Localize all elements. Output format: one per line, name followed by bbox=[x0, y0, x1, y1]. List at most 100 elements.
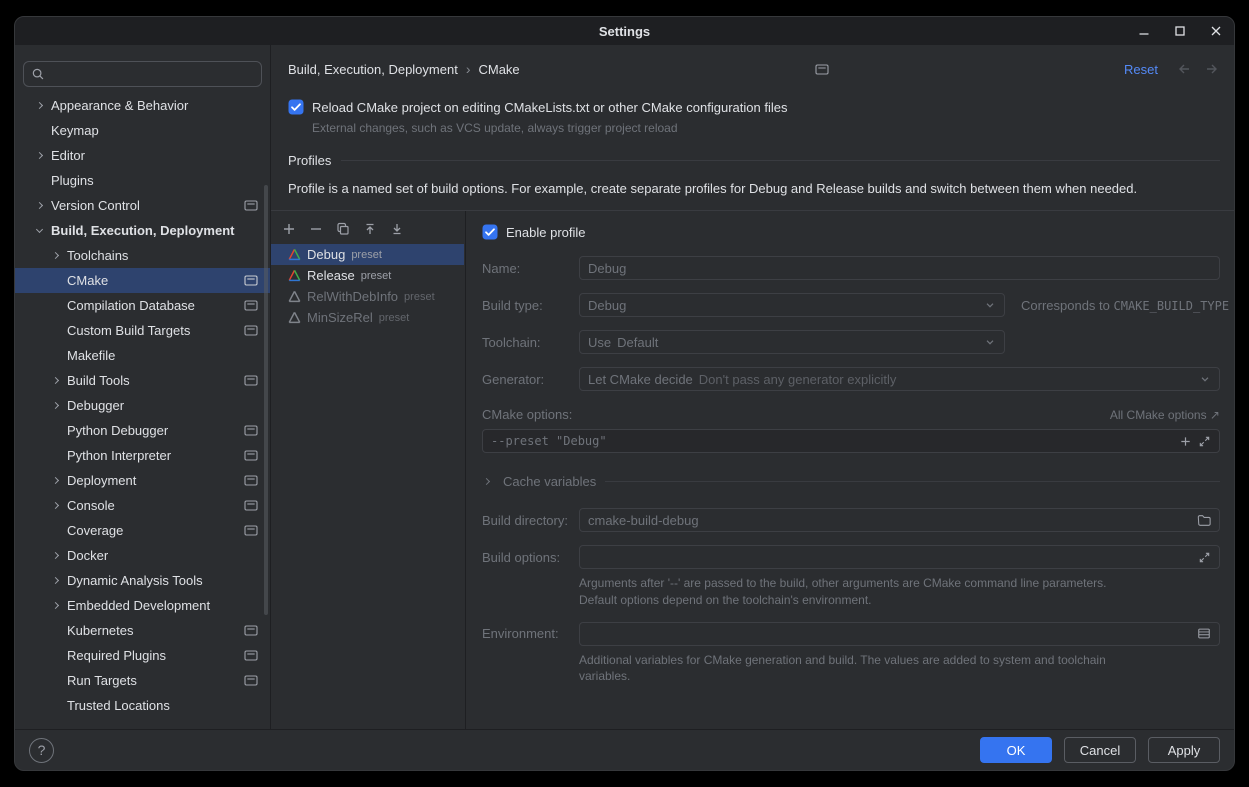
sidebar-item-console[interactable]: Console bbox=[15, 493, 270, 518]
sidebar-item-keymap[interactable]: Keymap bbox=[15, 118, 270, 143]
chevron-right-icon[interactable] bbox=[51, 603, 67, 608]
sidebar-item-custom-build-targets[interactable]: Custom Build Targets bbox=[15, 318, 270, 343]
variables-list-icon[interactable] bbox=[1197, 627, 1211, 640]
profile-item-relwithdebinfo[interactable]: RelWithDebInfo preset bbox=[271, 286, 464, 307]
forward-button[interactable] bbox=[1204, 62, 1220, 76]
build-type-hint: Corresponds to CMAKE_BUILD_TYPE bbox=[1021, 298, 1229, 313]
back-button[interactable] bbox=[1176, 62, 1192, 76]
minimize-button[interactable] bbox=[1136, 23, 1152, 39]
ok-button[interactable]: OK bbox=[980, 737, 1052, 763]
enable-profile-label[interactable]: Enable profile bbox=[506, 225, 586, 240]
chevron-right-icon[interactable] bbox=[51, 478, 67, 483]
cache-variables-toggle[interactable]: Cache variables bbox=[482, 474, 1220, 489]
project-setting-icon bbox=[244, 449, 258, 462]
sidebar-item-build-tools[interactable]: Build Tools bbox=[15, 368, 270, 393]
folder-icon[interactable] bbox=[1197, 514, 1211, 527]
profile-item-minsizerel[interactable]: MinSizeRel preset bbox=[271, 307, 464, 328]
sidebar-item-dynamic-analysis-tools[interactable]: Dynamic Analysis Tools bbox=[15, 568, 270, 593]
search-input[interactable] bbox=[51, 67, 254, 82]
build-directory-field[interactable]: cmake-build-debug bbox=[579, 508, 1220, 532]
sidebar-item-toolchains[interactable]: Toolchains bbox=[15, 243, 270, 268]
build-directory-value: cmake-build-debug bbox=[588, 513, 699, 528]
remove-profile-button[interactable] bbox=[308, 221, 324, 237]
sidebar-item-label: Console bbox=[67, 498, 115, 513]
profile-name: MinSizeRel bbox=[307, 310, 373, 325]
settings-search[interactable] bbox=[23, 61, 262, 87]
move-up-button[interactable] bbox=[362, 221, 378, 237]
sidebar-item-required-plugins[interactable]: Required Plugins bbox=[15, 643, 270, 668]
sidebar-item-kubernetes[interactable]: Kubernetes bbox=[15, 618, 270, 643]
apply-button[interactable]: Apply bbox=[1148, 737, 1220, 763]
build-type-select[interactable]: Debug bbox=[579, 293, 1005, 317]
sidebar-scrollbar[interactable] bbox=[264, 185, 268, 615]
profile-item-debug[interactable]: Debug preset bbox=[271, 244, 464, 265]
help-button[interactable]: ? bbox=[29, 738, 54, 763]
sidebar-item-compilation-database[interactable]: Compilation Database bbox=[15, 293, 270, 318]
sidebar-item-label: Python Interpreter bbox=[67, 448, 171, 463]
breadcrumb-current[interactable]: CMake bbox=[478, 62, 519, 77]
chevron-right-icon[interactable] bbox=[51, 403, 67, 408]
name-field[interactable]: Debug bbox=[579, 256, 1220, 280]
chevron-right-icon[interactable] bbox=[51, 553, 67, 558]
sidebar-item-editor[interactable]: Editor bbox=[15, 143, 270, 168]
cache-variables-label: Cache variables bbox=[503, 474, 596, 489]
reload-cmake-label[interactable]: Reload CMake project on editing CMakeLis… bbox=[312, 100, 787, 115]
sidebar-item-coverage[interactable]: Coverage bbox=[15, 518, 270, 543]
sidebar-item-python-interpreter[interactable]: Python Interpreter bbox=[15, 443, 270, 468]
sidebar-item-plugins[interactable]: Plugins bbox=[15, 168, 270, 193]
generator-select[interactable]: Let CMake decide Don't pass any generato… bbox=[579, 367, 1220, 391]
chevron-right-icon[interactable] bbox=[35, 103, 51, 108]
copy-profile-button[interactable] bbox=[335, 221, 351, 237]
sidebar-item-version-control[interactable]: Version Control bbox=[15, 193, 270, 218]
sidebar-item-docker[interactable]: Docker bbox=[15, 543, 270, 568]
enable-profile-checkbox[interactable] bbox=[482, 224, 498, 240]
reload-cmake-checkbox[interactable] bbox=[288, 99, 304, 115]
reset-link[interactable]: Reset bbox=[1124, 62, 1158, 77]
sidebar-item-label: Python Debugger bbox=[67, 423, 168, 438]
sidebar-item-label: Compilation Database bbox=[67, 298, 195, 313]
sidebar-item-label: Run Targets bbox=[67, 673, 137, 688]
build-options-hint: Arguments after '--' are passed to the b… bbox=[579, 575, 1179, 609]
sidebar-item-embedded-development[interactable]: Embedded Development bbox=[15, 593, 270, 618]
sidebar-item-python-debugger[interactable]: Python Debugger bbox=[15, 418, 270, 443]
add-profile-button[interactable] bbox=[281, 221, 297, 237]
build-options-field[interactable] bbox=[579, 545, 1220, 569]
close-button[interactable] bbox=[1208, 23, 1224, 39]
sidebar-item-cmake[interactable]: CMake bbox=[15, 268, 270, 293]
add-option-icon[interactable] bbox=[1179, 435, 1192, 448]
sidebar-item-build-execution-deployment[interactable]: Build, Execution, Deployment bbox=[15, 218, 270, 243]
chevron-right-icon[interactable] bbox=[51, 253, 67, 258]
chevron-right-icon[interactable] bbox=[51, 378, 67, 383]
profile-form: Enable profile Name: Debug Build type: D… bbox=[466, 211, 1234, 729]
sidebar-item-appearance-behavior[interactable]: Appearance & Behavior bbox=[15, 93, 270, 118]
move-down-button[interactable] bbox=[389, 221, 405, 237]
chevron-right-icon[interactable] bbox=[35, 153, 51, 158]
sidebar-item-label: CMake bbox=[67, 273, 108, 288]
expand-icon[interactable] bbox=[1198, 435, 1211, 448]
toolchain-select[interactable]: Use Default bbox=[579, 330, 1005, 354]
name-value: Debug bbox=[588, 261, 626, 276]
sidebar-item-debugger[interactable]: Debugger bbox=[15, 393, 270, 418]
profile-tag: preset bbox=[361, 270, 392, 282]
cmake-options-label: CMake options: bbox=[482, 407, 572, 422]
sidebar-item-run-targets[interactable]: Run Targets bbox=[15, 668, 270, 693]
expand-icon[interactable] bbox=[1198, 551, 1211, 564]
cmake-options-field[interactable]: --preset "Debug" bbox=[482, 429, 1220, 453]
sidebar-item-label: Makefile bbox=[67, 348, 115, 363]
toolchain-value: Default bbox=[617, 335, 658, 350]
chevron-right-icon[interactable] bbox=[51, 578, 67, 583]
chevron-right-icon[interactable] bbox=[35, 203, 51, 208]
breadcrumb: Build, Execution, Deployment › CMake Res… bbox=[288, 61, 1220, 77]
environment-field[interactable] bbox=[579, 622, 1220, 646]
profile-item-release[interactable]: Release preset bbox=[271, 265, 464, 286]
chevron-down-icon[interactable] bbox=[35, 229, 51, 232]
chevron-right-icon[interactable] bbox=[51, 503, 67, 508]
sidebar-item-label: Appearance & Behavior bbox=[51, 98, 188, 113]
sidebar-item-makefile[interactable]: Makefile bbox=[15, 343, 270, 368]
all-cmake-options-link[interactable]: All CMake options ↗ bbox=[1110, 408, 1220, 422]
sidebar-item-trusted-locations[interactable]: Trusted Locations bbox=[15, 693, 270, 718]
cancel-button[interactable]: Cancel bbox=[1064, 737, 1136, 763]
breadcrumb-parent[interactable]: Build, Execution, Deployment bbox=[288, 62, 458, 77]
sidebar-item-deployment[interactable]: Deployment bbox=[15, 468, 270, 493]
maximize-button[interactable] bbox=[1172, 23, 1188, 39]
